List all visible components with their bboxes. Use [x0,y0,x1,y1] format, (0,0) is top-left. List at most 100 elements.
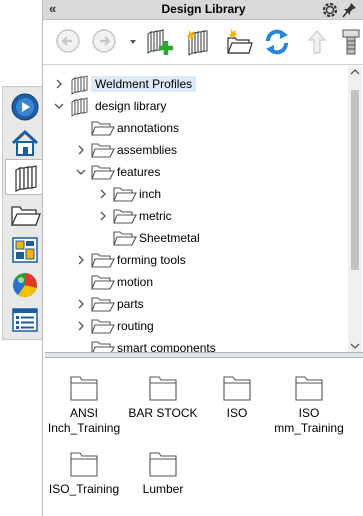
tree-item[interactable]: forming tools [43,249,347,271]
library-folder-item[interactable]: ISO [198,374,276,421]
folder-icon [91,341,115,352]
tree-vertical-scrollbar[interactable] [348,66,362,352]
library-folder-item[interactable]: ANSI Inch_Training [45,374,123,436]
pin-icon[interactable] [342,1,358,19]
folder-icon [91,165,115,180]
file-label: ISO_Training [48,482,120,496]
tree-item[interactable]: Weldment Profiles [43,73,347,95]
tree-item[interactable]: parts [43,293,347,315]
tree-item-label: parts [117,297,144,311]
tree-item-label: features [117,165,161,179]
library-folder-item[interactable]: ISO mm_Training [270,374,348,436]
history-dropdown-icon[interactable] [128,27,138,55]
folder-icon [91,121,115,136]
tree-item-label: inch [139,187,162,201]
gear-icon[interactable] [321,1,339,19]
file-label: ISO [298,406,320,420]
chevron-right-icon[interactable] [97,188,109,200]
folder-icon [91,297,115,312]
custom-properties-tab[interactable] [5,302,41,336]
file-label-line2: mm_Training [274,421,344,435]
folder-icon [113,231,137,246]
folder-icon [91,143,115,158]
pane-title: Design Library [161,2,246,16]
library-icon [71,75,88,95]
tree-item-label: smart components [117,341,216,352]
folder-icon [70,452,98,477]
chevron-right-icon[interactable] [97,210,109,222]
add-to-library-icon[interactable] [144,27,174,57]
design-library-pane: « Design Library Weldment Profiles desig… [42,0,363,516]
library-icon [71,97,88,117]
chevron-right-icon[interactable] [75,144,87,156]
task-pane-tab-strip [2,86,45,340]
file-label: BAR STOCK [128,406,198,420]
folder-icon [113,209,137,224]
tree-item-label: design library [95,99,167,113]
library-tree: Weldment Profiles design library annotatio… [43,66,347,352]
tree-item[interactable]: design library [43,95,347,117]
tree-item[interactable]: motion [43,271,347,293]
chevron-right-icon[interactable] [75,254,87,266]
library-folder-item[interactable]: ISO_Training [45,450,123,497]
chevron-right-icon[interactable] [75,298,87,310]
custom-properties-icon [12,308,38,332]
forward-icon[interactable] [91,27,117,55]
tree-item-label: metric [139,209,172,223]
chevron-right-icon[interactable] [53,78,65,90]
home-icon [11,129,39,156]
design-library-tab[interactable] [5,159,45,195]
view-palette-icon [12,237,38,263]
tree-item[interactable]: inch [43,183,347,205]
folder-icon [91,319,115,334]
tree-item[interactable]: annotations [43,117,347,139]
tree-item[interactable]: smart components [43,337,347,352]
scrollbar-thumb[interactable] [351,90,359,270]
tree-item-label: assemblies [117,143,178,157]
folder-icon [223,376,251,401]
chevron-down-icon[interactable] [75,166,87,178]
design-library-home-tab[interactable] [5,125,41,159]
folder-icon [149,452,177,477]
add-file-location-icon[interactable] [183,27,213,57]
solidworks-resources-tab[interactable] [5,89,41,123]
file-explorer-tab[interactable] [5,197,41,231]
folder-icon [149,376,177,401]
tree-item-label: annotations [117,121,180,135]
library-contents-view: ANSI Inch_Training BAR STOCK ISO ISO mm_Train… [43,358,363,516]
open-folder-icon [10,206,41,226]
folder-icon [91,275,115,290]
folder-icon [295,376,323,401]
back-icon[interactable] [55,27,81,55]
scroll-up-arrow-icon[interactable] [350,68,360,76]
file-label: Lumber [142,482,184,496]
folder-icon [70,376,98,401]
tree-item[interactable]: routing [43,315,347,337]
view-palette-tab[interactable] [5,232,41,266]
folder-icon [113,187,137,202]
appearances-tab[interactable] [5,267,41,301]
generate-toolbox-icon[interactable] [340,27,362,57]
chevron-down-icon[interactable] [53,100,65,112]
up-one-level-icon[interactable] [305,27,329,57]
file-label: ISO [226,406,248,420]
library-folder-item[interactable]: BAR STOCK [124,374,202,421]
file-label-line2: Inch_Training [47,421,121,435]
chevron-right-icon[interactable] [75,320,87,332]
library-folder-item[interactable]: Lumber [124,450,202,497]
file-label: ANSI [69,406,98,420]
tree-item[interactable]: assemblies [43,139,347,161]
tree-item-label: routing [117,319,154,333]
folder-icon [91,253,115,268]
solidworks-resources-icon [11,93,39,121]
create-new-folder-icon[interactable] [223,27,253,57]
refresh-icon[interactable] [262,27,292,57]
tree-item[interactable]: metric [43,205,347,227]
appearances-icon [13,273,37,298]
scroll-down-arrow-icon[interactable] [350,342,360,350]
tree-item-label: motion [117,275,154,289]
pane-title-bar: « Design Library [43,0,363,20]
tree-item[interactable]: Sheetmetal [43,227,347,249]
tree-item[interactable]: features [43,161,347,183]
tree-item-label: forming tools [117,253,186,267]
